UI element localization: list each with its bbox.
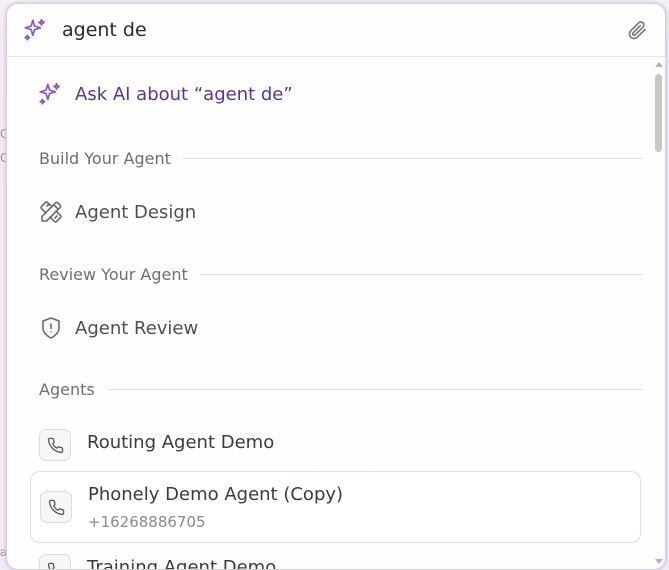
search-input[interactable]	[62, 15, 602, 45]
agent-phone-badge	[39, 554, 71, 569]
agent-review-item[interactable]: Agent Review	[39, 314, 198, 342]
scroll-up-arrow[interactable]	[655, 62, 663, 67]
section-divider	[182, 157, 643, 159]
sparkles-icon	[39, 82, 61, 105]
ask-ai-item[interactable]: Ask AI about “agent de”	[37, 80, 293, 108]
section-divider	[106, 388, 643, 390]
agent-phone-number: +16268886705	[88, 513, 206, 531]
agent-item-selected[interactable]: Phonely Demo Agent (Copy) +16268886705	[30, 471, 641, 543]
section-divider	[199, 273, 643, 275]
agent-design-item[interactable]: Agent Design	[39, 198, 196, 226]
results-list: Ask AI about “agent de” Build Your Agent…	[7, 57, 653, 569]
ask-ai-label: Ask AI about “agent de”	[75, 83, 293, 105]
agent-review-label: Agent Review	[75, 317, 199, 339]
search-bar	[7, 4, 665, 57]
paperclip-icon[interactable]	[625, 18, 649, 42]
agent-phone-badge	[39, 429, 71, 461]
agent-item[interactable]: Routing Agent Demo	[30, 422, 641, 466]
phone-icon	[48, 499, 64, 515]
scrollbar[interactable]	[653, 57, 665, 569]
command-palette: Ask AI about “agent de” Build Your Agent…	[6, 3, 666, 570]
phone-icon	[47, 562, 55, 569]
shield-alert-icon	[42, 317, 60, 339]
phone-icon	[47, 437, 63, 453]
agent-name: Training Agent Demo	[87, 557, 277, 570]
agent-phone-badge	[40, 491, 72, 523]
section-build-header: Build Your Agent	[39, 147, 643, 169]
agent-name: Phonely Demo Agent (Copy)	[88, 484, 344, 505]
scroll-down-arrow[interactable]	[655, 559, 663, 564]
agent-design-label: Agent Design	[75, 201, 197, 223]
section-title: Review Your Agent	[39, 264, 188, 284]
scrollbar-thumb[interactable]	[655, 74, 662, 152]
sparkles-icon	[24, 18, 46, 41]
section-review-header: Review Your Agent	[39, 263, 643, 285]
section-title: Build Your Agent	[39, 148, 171, 168]
agent-name: Routing Agent Demo	[87, 432, 275, 453]
section-agents-header: Agents	[39, 378, 643, 400]
section-title: Agents	[39, 379, 95, 399]
agent-item[interactable]: Training Agent Demo	[30, 549, 641, 570]
pencil-ruler-icon	[40, 201, 62, 223]
